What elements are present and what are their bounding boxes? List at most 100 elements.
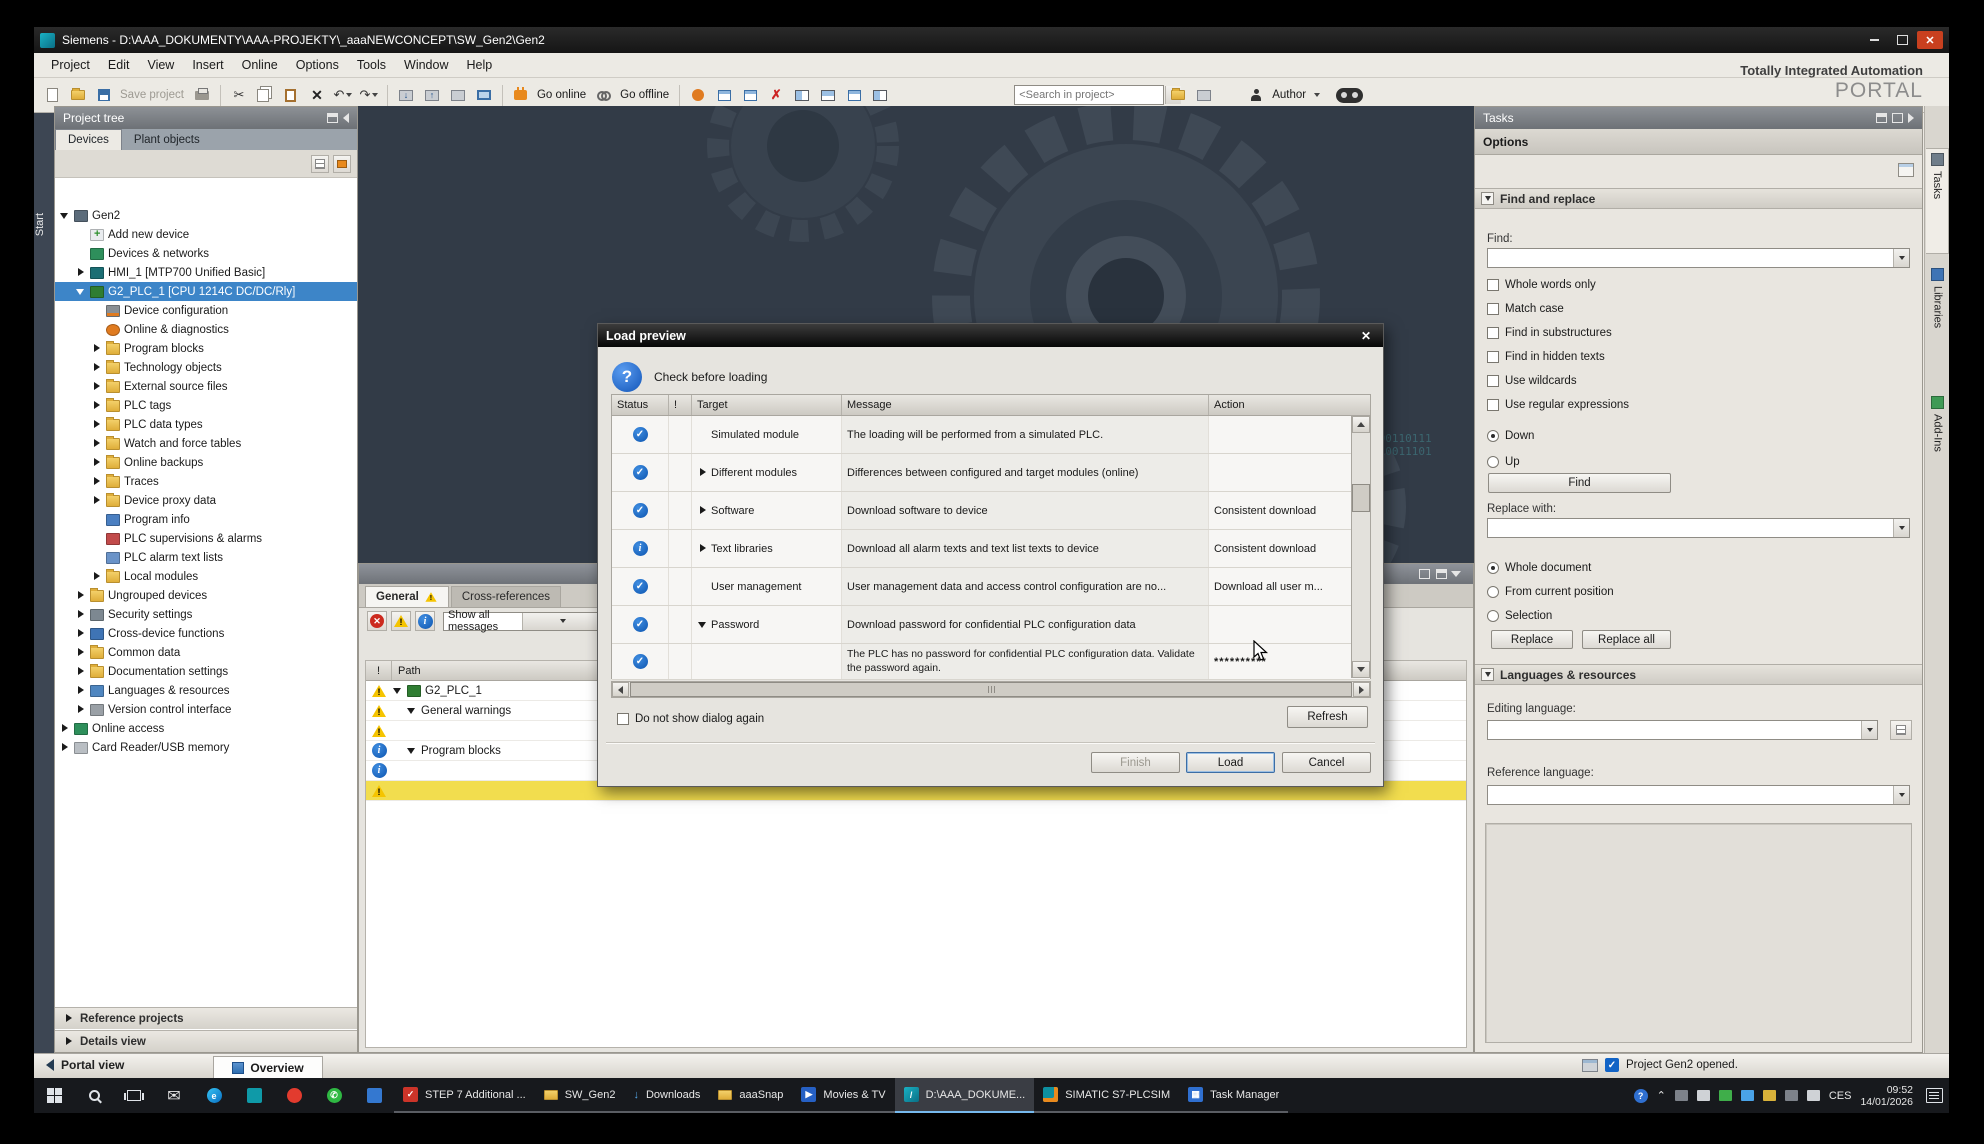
load-row[interactable]: Password Download password for confident…: [612, 606, 1370, 644]
tree-item-hmi[interactable]: HMI_1 [MTP700 Unified Basic]: [55, 263, 357, 282]
task-view-icon[interactable]: [114, 1078, 154, 1113]
expander-icon[interactable]: [91, 419, 102, 430]
col-status[interactable]: Status: [612, 395, 669, 415]
expander-icon[interactable]: [75, 704, 86, 715]
whole-document-radio[interactable]: Whole document: [1487, 562, 1591, 574]
taskbar-app-swgen2[interactable]: SW_Gen2: [535, 1078, 625, 1113]
save-project-icon[interactable]: [92, 83, 116, 107]
tree-item-plc[interactable]: G2_PLC_1 [CPU 1214C DC/DC/Rly]: [55, 282, 357, 301]
tree-item-online-diagnostics[interactable]: Online & diagnostics: [55, 320, 357, 339]
taskbar-app-downloads[interactable]: ↓Downloads: [624, 1078, 709, 1113]
tree-item-ungrouped-devices[interactable]: Ungrouped devices: [55, 586, 357, 605]
go-online-icon[interactable]: [509, 83, 533, 107]
mail-icon[interactable]: ✉: [154, 1078, 194, 1113]
col-action[interactable]: Action: [1209, 395, 1351, 415]
reference-projects-bar[interactable]: Reference projects: [55, 1007, 357, 1029]
author-label[interactable]: Author: [1272, 89, 1306, 101]
expander-icon[interactable]: [91, 438, 102, 449]
expander-icon[interactable]: [91, 381, 102, 392]
tree-item-version-control[interactable]: Version control interface: [55, 700, 357, 719]
tray-app-icon[interactable]: [1741, 1090, 1754, 1101]
panel-window-icon[interactable]: [1898, 163, 1914, 177]
tree-item-plc-supervisions[interactable]: PLC supervisions & alarms: [55, 529, 357, 548]
expander-icon[interactable]: [697, 505, 708, 516]
taskbar-app-plcsim[interactable]: SIMATIC S7-PLCSIM: [1034, 1078, 1179, 1113]
replace-button[interactable]: Replace: [1491, 630, 1573, 649]
scroll-up-icon[interactable]: [1352, 416, 1370, 433]
direction-down-radio[interactable]: Down: [1487, 430, 1534, 442]
finish-button[interactable]: Finish: [1091, 752, 1180, 773]
expander-icon[interactable]: [75, 267, 86, 278]
expander-icon[interactable]: [91, 571, 102, 582]
selection-radio[interactable]: Selection: [1487, 610, 1552, 622]
library-icon[interactable]: [1166, 83, 1190, 107]
tab-plant-objects[interactable]: Plant objects: [122, 129, 212, 150]
filter-warnings-icon[interactable]: [391, 611, 411, 631]
minimize-button[interactable]: [1861, 31, 1887, 49]
tree-item-online-backups[interactable]: Online backups: [55, 453, 357, 472]
expander-icon[interactable]: [697, 543, 708, 554]
tray-security-icon[interactable]: [1719, 1090, 1732, 1101]
tree-item-local-modules[interactable]: Local modules: [55, 567, 357, 586]
match-case-checkbox[interactable]: Match case: [1487, 303, 1564, 315]
taskbar-app-aaasnap[interactable]: aaaSnap: [709, 1078, 792, 1113]
expander-icon[interactable]: [75, 590, 86, 601]
tree-item-external-sources[interactable]: External source files: [55, 377, 357, 396]
split-vertical-icon[interactable]: [816, 83, 840, 107]
close-button[interactable]: ✕: [1917, 31, 1943, 49]
expander-icon[interactable]: [75, 666, 86, 677]
tray-monitor-icon[interactable]: [1675, 1090, 1688, 1101]
portal-view-button[interactable]: Portal view: [46, 1058, 124, 1072]
load-row[interactable]: Text libraries Download all alarm texts …: [612, 530, 1370, 568]
overview-tab[interactable]: Overview: [213, 1056, 323, 1079]
side-tab-addins[interactable]: Add-Ins: [1926, 392, 1949, 502]
open-project-icon[interactable]: [66, 83, 90, 107]
tree-item-program-info[interactable]: Program info: [55, 510, 357, 529]
vertical-scrollbar[interactable]: [1351, 416, 1370, 678]
replace-input[interactable]: [1487, 518, 1910, 538]
taskbar-search-icon[interactable]: [74, 1078, 114, 1113]
accessible-devices-icon[interactable]: [712, 83, 736, 107]
dialog-close-icon[interactable]: ✕: [1357, 328, 1375, 344]
col-exclamation[interactable]: !: [366, 661, 392, 680]
inspector-float-icon[interactable]: [1419, 569, 1430, 579]
cross-reference-icon[interactable]: [842, 83, 866, 107]
notification-center-icon[interactable]: [1926, 1088, 1943, 1103]
col-message[interactable]: Message: [842, 395, 1209, 415]
message-filter-dropdown[interactable]: Show all messages: [443, 612, 601, 631]
store-icon[interactable]: [234, 1078, 274, 1113]
use-regex-checkbox[interactable]: Use regular expressions: [1487, 399, 1629, 411]
tree-item-security-settings[interactable]: Security settings: [55, 605, 357, 624]
whole-words-checkbox[interactable]: Whole words only: [1487, 279, 1596, 291]
menu-project[interactable]: Project: [42, 53, 99, 77]
author-icon[interactable]: [1244, 83, 1268, 107]
menu-insert[interactable]: Insert: [183, 53, 232, 77]
stop-cpu-icon[interactable]: ✗: [764, 83, 788, 107]
editing-language-select[interactable]: [1487, 720, 1878, 740]
find-substructures-checkbox[interactable]: Find in substructures: [1487, 327, 1612, 339]
tree-item-device-configuration[interactable]: Device configuration: [55, 301, 357, 320]
details-view-bar[interactable]: Details view: [55, 1030, 357, 1052]
load-row[interactable]: Software Download software to deviceCons…: [612, 492, 1370, 530]
load-row[interactable]: User management User management data and…: [612, 568, 1370, 606]
taskbar-clock[interactable]: 09:52 14/01/2026: [1860, 1084, 1913, 1108]
side-tab-libraries[interactable]: Libraries: [1926, 264, 1949, 380]
collapse-panel-icon[interactable]: [343, 113, 349, 123]
scrollbar-thumb[interactable]: [1352, 484, 1370, 512]
tray-network-icon[interactable]: [1785, 1090, 1798, 1101]
tab-cross-references[interactable]: Cross-references: [451, 586, 561, 607]
new-project-icon[interactable]: [40, 83, 64, 107]
tree-network-view-icon[interactable]: [333, 155, 351, 173]
dropdown-icon[interactable]: [1861, 721, 1877, 739]
tree-item-plc-tags[interactable]: PLC tags: [55, 396, 357, 415]
scroll-right-icon[interactable]: [1353, 682, 1370, 697]
tab-devices[interactable]: Devices: [55, 129, 122, 150]
project-search-box[interactable]: [1014, 85, 1164, 105]
taskbar-app-taskmanager[interactable]: ▦Task Manager: [1179, 1078, 1288, 1113]
col-exclamation[interactable]: !: [669, 395, 692, 415]
menu-edit[interactable]: Edit: [99, 53, 139, 77]
tree-item-devices-networks[interactable]: Devices & networks: [55, 244, 357, 263]
expander-icon[interactable]: [91, 400, 102, 411]
user-toggle-icon[interactable]: [1336, 83, 1363, 107]
taskbar-app-movies[interactable]: ▶Movies & TV: [792, 1078, 894, 1113]
